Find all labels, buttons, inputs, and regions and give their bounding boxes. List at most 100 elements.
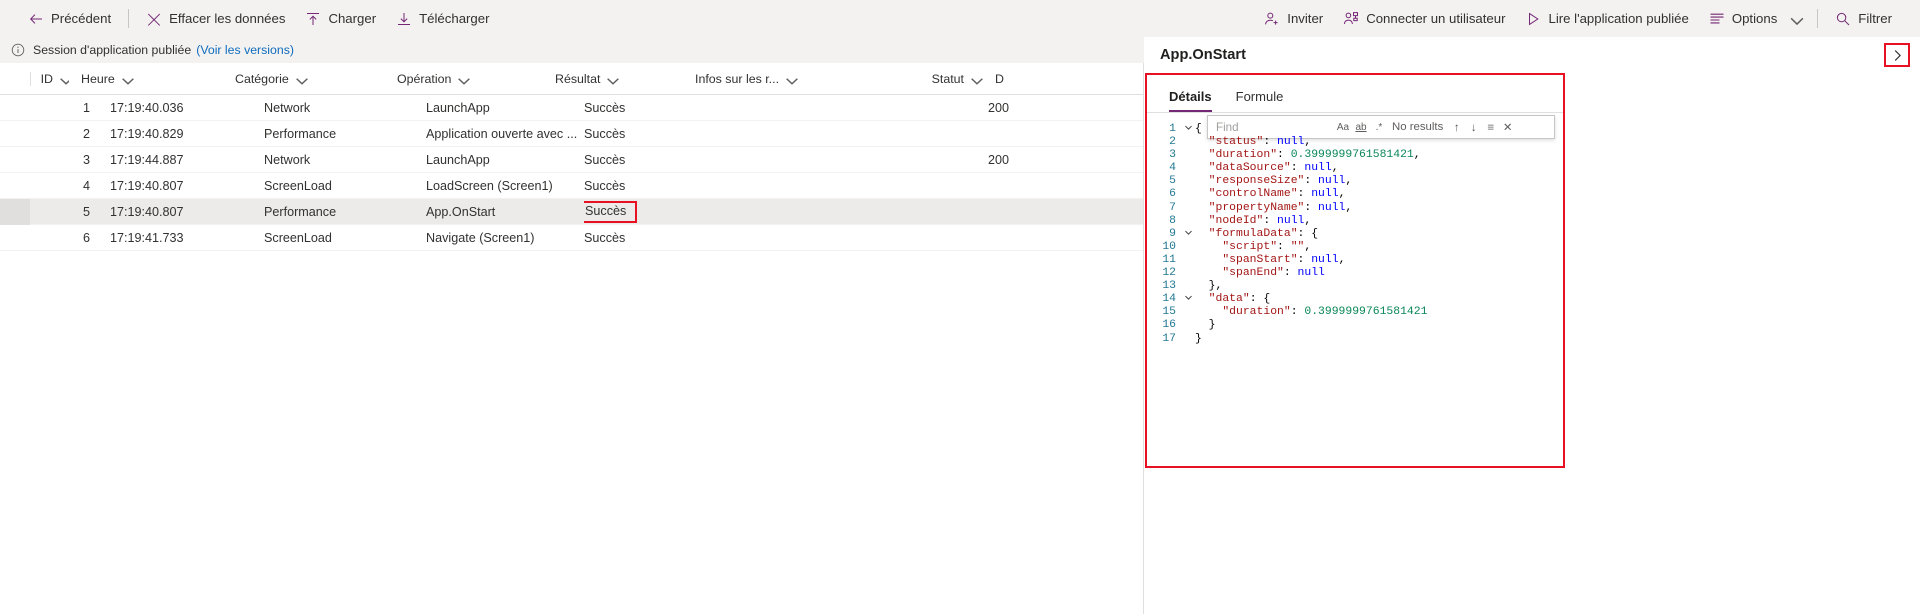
load-button[interactable]: Charger bbox=[295, 3, 386, 35]
invite-button-label: Inviter bbox=[1287, 11, 1324, 26]
column-header-categorie[interactable]: Catégorie bbox=[235, 63, 397, 95]
line-number: 5 bbox=[1169, 175, 1176, 188]
table-row[interactable]: 5 17:19:40.807 Performance App.OnStart Succè… bbox=[0, 198, 1143, 225]
list-icon bbox=[1709, 11, 1725, 27]
code-line: 7 "propertyName": null, bbox=[1147, 202, 1563, 215]
code-text: }, bbox=[1195, 280, 1223, 293]
toolbar-left-group: Précédent Effacer les données Charger Té… bbox=[0, 3, 499, 35]
details-panel-body: Détails Formule Aa ab .* No results ↑ ↓ … bbox=[1145, 73, 1565, 468]
main-toolbar: Précédent Effacer les données Charger Té… bbox=[0, 0, 1920, 37]
session-message-text: Session d'application publiée bbox=[33, 43, 192, 57]
code-text: "spanStart": null, bbox=[1222, 253, 1346, 266]
line-number: 9 bbox=[1169, 227, 1176, 240]
column-header-heure[interactable]: Heure bbox=[69, 63, 235, 95]
code-line: 14 "data": { bbox=[1147, 293, 1563, 306]
view-versions-link[interactable]: (Voir les versions) bbox=[196, 43, 294, 57]
row-gutter bbox=[0, 95, 30, 121]
table-row[interactable]: 3 17:19:44.887 Network LaunchApp Succès 200 bbox=[0, 147, 1143, 173]
chevron-down-icon bbox=[969, 73, 983, 85]
cell-resultat: Succès bbox=[584, 178, 626, 193]
chevron-down-icon bbox=[120, 73, 134, 85]
cell-id: 2 bbox=[82, 126, 90, 141]
table-row[interactable]: 4 17:19:40.807 ScreenLoad LoadScreen (Scree… bbox=[0, 173, 1143, 199]
cell-heure: 17:19:41.733 bbox=[110, 230, 184, 245]
code-text: "spanEnd": null bbox=[1222, 267, 1325, 280]
code-text: { bbox=[1195, 123, 1202, 135]
cell-id: 5 bbox=[82, 204, 90, 219]
tab-details-label: Détails bbox=[1169, 89, 1212, 104]
row-gutter bbox=[0, 147, 30, 173]
json-code-viewer[interactable]: 1{2 "status": null, 3 "duration": 0.39999… bbox=[1147, 123, 1563, 466]
play-published-app-button-label: Lire l'application publiée bbox=[1548, 11, 1689, 26]
line-number: 3 bbox=[1169, 149, 1176, 162]
column-header-statut-label: Statut bbox=[931, 71, 964, 86]
cell-resultat: Succès bbox=[584, 230, 626, 245]
code-text: "nodeId": null, bbox=[1208, 214, 1312, 227]
play-published-app-button[interactable]: Lire l'application publiée bbox=[1515, 3, 1698, 35]
line-number: 8 bbox=[1169, 214, 1176, 227]
chevron-down-icon bbox=[1789, 13, 1804, 26]
chevron-down-icon bbox=[784, 73, 798, 85]
column-header-d-label: D bbox=[995, 71, 1004, 86]
tab-formule-label: Formule bbox=[1235, 89, 1284, 104]
code-text: "data": { bbox=[1208, 293, 1271, 306]
connect-user-button[interactable]: Connecter un utilisateur bbox=[1333, 3, 1515, 35]
column-header-infos[interactable]: Infos sur les r... bbox=[695, 63, 891, 95]
options-button[interactable]: Options bbox=[1699, 3, 1810, 35]
column-header-d[interactable]: D bbox=[989, 63, 1029, 95]
table-row[interactable]: 6 17:19:41.733 ScreenLoad Navigate (Screen1… bbox=[0, 225, 1143, 251]
download-button[interactable]: Télécharger bbox=[386, 3, 499, 35]
tab-details[interactable]: Détails bbox=[1157, 89, 1224, 112]
cell-resultat: Succès bbox=[584, 152, 626, 167]
cell-categorie: Performance bbox=[264, 126, 337, 141]
code-line: 5 "responseSize": null, bbox=[1147, 175, 1563, 188]
chevron-down-icon bbox=[58, 73, 69, 85]
load-button-label: Charger bbox=[328, 11, 377, 26]
column-header-resultat[interactable]: Résultat bbox=[555, 63, 695, 95]
filter-button[interactable]: Filtrer bbox=[1825, 3, 1902, 35]
code-text: "propertyName": null, bbox=[1208, 201, 1353, 214]
row-gutter bbox=[0, 225, 30, 251]
code-line: 16 } bbox=[1147, 319, 1563, 332]
line-number: 2 bbox=[1169, 136, 1176, 149]
connect-user-button-label: Connecter un utilisateur bbox=[1366, 11, 1506, 26]
cell-operation: LaunchApp bbox=[426, 100, 490, 115]
play-icon bbox=[1525, 11, 1541, 27]
line-number: 6 bbox=[1169, 188, 1176, 201]
code-line: 1{ bbox=[1147, 123, 1563, 136]
code-line: 13 }, bbox=[1147, 280, 1563, 293]
expand-panel-button[interactable] bbox=[1884, 43, 1910, 67]
back-button[interactable]: Précédent bbox=[18, 3, 121, 35]
back-button-label: Précédent bbox=[51, 11, 112, 26]
code-line: 11 "spanStart": null, bbox=[1147, 254, 1563, 267]
table-row[interactable]: 1 17:19:40.036 Network LaunchApp Succès 200 bbox=[0, 95, 1143, 121]
column-header-statut[interactable]: Statut bbox=[891, 63, 989, 95]
cell-categorie: Network bbox=[264, 152, 311, 167]
code-line: 2 "status": null, bbox=[1147, 136, 1563, 149]
code-line: 17} bbox=[1147, 333, 1563, 346]
column-header-id[interactable]: ID bbox=[31, 63, 69, 95]
cell-resultat: Succès bbox=[584, 100, 626, 115]
clear-data-button[interactable]: Effacer les données bbox=[136, 3, 295, 35]
tab-formule[interactable]: Formule bbox=[1224, 89, 1296, 112]
fold-chevron-icon[interactable] bbox=[1181, 228, 1195, 241]
fold-chevron-icon[interactable] bbox=[1181, 123, 1195, 136]
code-text: "controlName": null, bbox=[1208, 188, 1346, 201]
details-tabs: Détails Formule bbox=[1147, 75, 1563, 113]
table-row[interactable]: 2 17:19:40.829 Performance Application ouve… bbox=[0, 121, 1143, 147]
search-icon bbox=[1835, 11, 1851, 27]
code-line: 3 "duration": 0.3999999761581421, bbox=[1147, 149, 1563, 162]
cell-id: 1 bbox=[82, 100, 90, 115]
column-header-operation[interactable]: Opération bbox=[397, 63, 555, 95]
invite-button[interactable]: Inviter bbox=[1254, 3, 1333, 35]
fold-chevron-icon[interactable] bbox=[1181, 293, 1195, 306]
line-number: 13 bbox=[1162, 280, 1176, 293]
line-number: 16 bbox=[1162, 319, 1176, 332]
cell-categorie: ScreenLoad bbox=[264, 230, 332, 245]
row-gutter bbox=[0, 173, 30, 199]
